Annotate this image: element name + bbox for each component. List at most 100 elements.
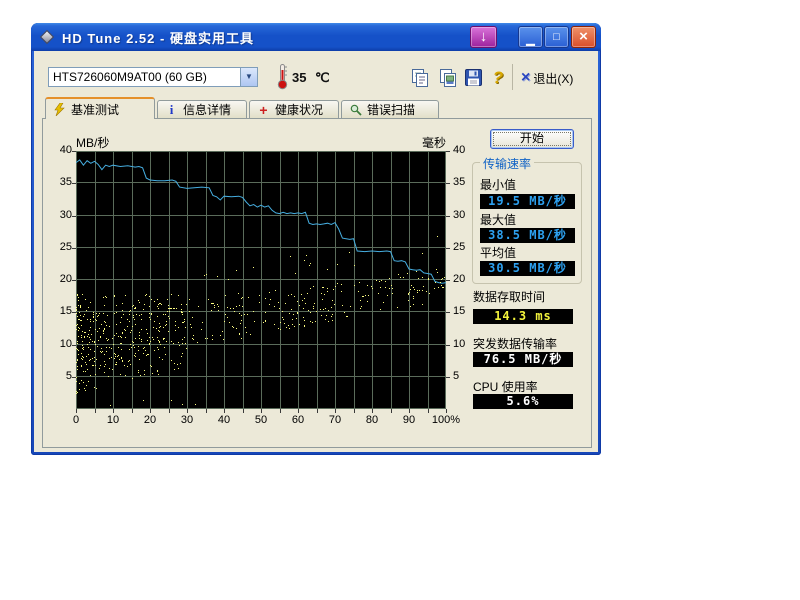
- burst-rate-lcd: 76.5 MB/秒: [473, 352, 573, 367]
- axis-tick-label: 35: [453, 176, 483, 188]
- tab-health[interactable]: + 健康状况: [249, 100, 339, 118]
- axis-tick-label: 100%: [426, 414, 466, 426]
- axis-tick-label: 25: [453, 241, 483, 253]
- axis-tick-mark: [72, 216, 76, 217]
- axis-tick-mark: [206, 409, 207, 413]
- axis-tick-mark: [72, 248, 76, 249]
- axis-tick-mark: [72, 280, 76, 281]
- max-label: 最大值: [480, 211, 516, 228]
- axis-tick-label: 15: [453, 305, 483, 317]
- axis-tick-label: 40: [43, 144, 72, 156]
- exit-label: 退出(X): [533, 70, 573, 87]
- info-icon: i: [165, 102, 178, 118]
- axis-tick-mark: [446, 151, 450, 152]
- axis-tick-label: 25: [43, 241, 72, 253]
- axis-tick-mark: [132, 409, 133, 413]
- axis-tick-label: 30: [43, 209, 72, 221]
- cpu-usage-lcd: 5.6%: [473, 394, 573, 409]
- axis-tick-mark: [76, 409, 77, 413]
- axis-tick-mark: [354, 409, 355, 413]
- hdtune-window: HD Tune 2.52 - 硬盘实用工具 ↓ ▁ □ × HTS726060M…: [31, 23, 601, 455]
- axis-tick-mark: [446, 248, 450, 249]
- axis-tick-label: 15: [43, 305, 72, 317]
- exit-x-icon: ×: [521, 70, 530, 86]
- axis-tick-label: 5: [43, 370, 72, 382]
- axis-tick-mark: [335, 409, 336, 413]
- access-time-lcd: 14.3 ms: [473, 309, 573, 324]
- axis-tick-label: 20: [453, 273, 483, 285]
- drive-select-arrow-icon[interactable]: ▼: [240, 68, 257, 86]
- axis-tick-mark: [446, 377, 450, 378]
- axis-tick-mark: [187, 409, 188, 413]
- titlebar[interactable]: HD Tune 2.52 - 硬盘实用工具 ↓ ▁ □ ×: [31, 23, 601, 51]
- avg-value-lcd: 30.5 MB/秒: [480, 261, 575, 276]
- app-icon: [38, 28, 56, 46]
- temperature-value: 35: [292, 70, 306, 85]
- minimize-button[interactable]: ▁: [518, 26, 543, 48]
- axis-tick-mark: [72, 183, 76, 184]
- help-button[interactable]: ?: [486, 66, 510, 90]
- axis-tick-mark: [372, 409, 373, 413]
- max-value-lcd: 38.5 MB/秒: [480, 228, 575, 243]
- axis-tick-label: 35: [43, 176, 72, 188]
- axis-tick-label: 40: [453, 144, 483, 156]
- temperature-unit-icon: ℃: [315, 70, 330, 86]
- axis-tick-label: 10: [453, 338, 483, 350]
- maximize-button[interactable]: □: [544, 26, 569, 48]
- axis-tick-mark: [261, 409, 262, 413]
- access-time-label: 数据存取时间: [473, 288, 545, 305]
- min-label: 最小值: [480, 176, 516, 193]
- health-icon: +: [257, 104, 270, 116]
- tab-info-label: 信息详情: [183, 101, 231, 118]
- exit-button[interactable]: × 退出(X): [521, 67, 573, 89]
- axis-tick-label: 30: [167, 414, 207, 426]
- axis-tick-mark: [150, 409, 151, 413]
- start-button[interactable]: 开始: [490, 129, 574, 149]
- axis-tick-label: 20: [43, 273, 72, 285]
- axis-tick-mark: [95, 409, 96, 413]
- burst-rate-label: 突发数据传输率: [473, 335, 557, 352]
- save-button[interactable]: [462, 66, 486, 90]
- axis-tick-label: 5: [453, 370, 483, 382]
- thermometer-icon: [277, 63, 288, 95]
- avg-label: 平均值: [480, 244, 516, 261]
- axis-tick-mark: [72, 312, 76, 313]
- axis-tick-mark: [113, 409, 114, 413]
- download-button[interactable]: ↓: [470, 26, 497, 48]
- axis-tick-mark: [446, 183, 450, 184]
- axis-tick-mark: [446, 216, 450, 217]
- right-axis-unit-label: 毫秒: [386, 134, 446, 151]
- close-button[interactable]: ×: [571, 26, 596, 48]
- axis-tick-label: 20: [130, 414, 170, 426]
- drive-select[interactable]: HTS726060M9AT00 (60 GB) ▼: [48, 67, 258, 87]
- axis-tick-mark: [446, 312, 450, 313]
- axis-tick-mark: [169, 409, 170, 413]
- axis-tick-mark: [72, 345, 76, 346]
- min-value-lcd: 19.5 MB/秒: [480, 194, 575, 209]
- copy-image-button[interactable]: [436, 66, 460, 90]
- axis-tick-label: 90: [389, 414, 429, 426]
- tab-info[interactable]: i 信息详情: [157, 100, 247, 118]
- tab-error-scan[interactable]: 错误扫描: [341, 100, 439, 118]
- axis-tick-mark: [446, 345, 450, 346]
- axis-tick-label: 70: [315, 414, 355, 426]
- axis-tick-mark: [72, 377, 76, 378]
- axis-tick-mark: [446, 409, 447, 413]
- axis-tick-label: 0: [56, 414, 96, 426]
- axis-tick-mark: [72, 151, 76, 152]
- axis-tick-mark: [446, 280, 450, 281]
- axis-tick-mark: [280, 409, 281, 413]
- axis-tick-label: 60: [278, 414, 318, 426]
- axis-tick-mark: [317, 409, 318, 413]
- axis-tick-label: 10: [93, 414, 133, 426]
- tab-benchmark[interactable]: 基准测试: [45, 97, 155, 119]
- tab-benchmark-label: 基准测试: [71, 101, 119, 118]
- axis-tick-mark: [298, 409, 299, 413]
- benchmark-icon: [53, 103, 66, 116]
- window-title: HD Tune 2.52 - 硬盘实用工具: [62, 28, 254, 47]
- scan-icon: [349, 104, 362, 116]
- copy-text-button[interactable]: [408, 66, 432, 90]
- drive-select-value: HTS726060M9AT00 (60 GB): [49, 70, 240, 84]
- axis-tick-mark: [224, 409, 225, 413]
- axis-tick-label: 10: [43, 338, 72, 350]
